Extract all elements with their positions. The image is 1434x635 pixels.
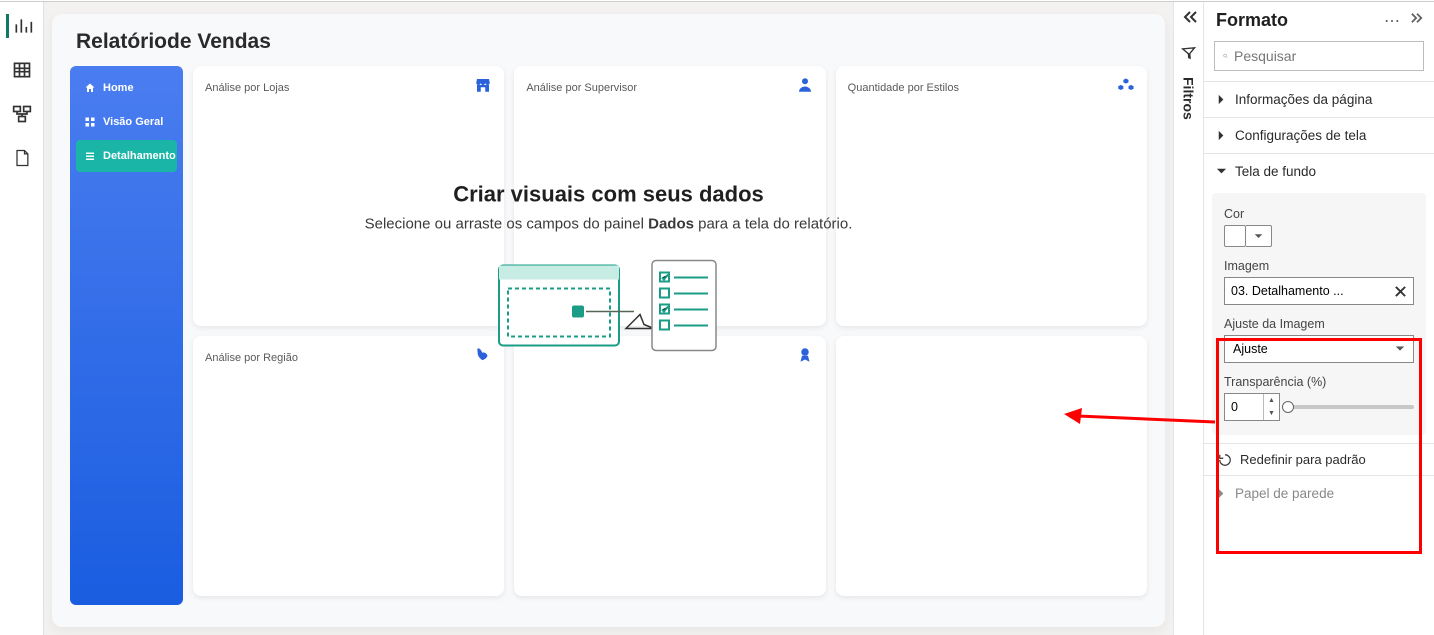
image-file-value: 03. Detalhamento ... [1231,284,1344,298]
person-icon [796,76,814,99]
transparency-label: Transparência (%) [1224,375,1414,389]
drag-illustration-icon [329,251,889,361]
more-icon[interactable]: ⋯ [1384,11,1400,31]
section-background[interactable]: Tela de fundo [1204,153,1434,189]
left-view-rail [0,2,44,635]
expand-filters-icon[interactable] [1181,10,1197,29]
format-title: Formato [1216,10,1288,31]
report-canvas-wrapper: Relatóriode Vendas Home Visão Geral Deta… [44,2,1174,635]
card-regiao-title: Análise por Região [205,352,298,364]
overlay-heading: Criar visuais com seus dados [329,182,889,208]
reset-icon [1218,453,1232,467]
image-file-field[interactable]: 03. Detalhamento ... [1224,277,1414,305]
card-supervisor-title: Análise por Supervisor [526,82,637,94]
store-icon [474,76,492,99]
section-screen-config[interactable]: Configurações de tela [1204,117,1434,153]
clear-icon[interactable] [1394,285,1407,298]
chevron-right-icon [1216,130,1227,141]
transparency-control[interactable]: 0 ▲▼ [1224,393,1414,421]
image-fit-select[interactable]: Ajuste [1224,335,1414,363]
spin-down-icon[interactable]: ▼ [1264,407,1279,420]
dax-view-icon[interactable] [8,146,36,170]
report-canvas[interactable]: Relatóriode Vendas Home Visão Geral Deta… [52,14,1165,627]
search-icon [1223,49,1228,63]
filter-icon [1181,45,1197,61]
chevron-down-icon [1395,344,1405,354]
filters-label[interactable]: Filtros [1181,77,1197,120]
card-estilos-title: Quantidade por Estilos [848,82,959,94]
spin-up-icon[interactable]: ▲ [1264,394,1279,407]
nav-home[interactable]: Home [76,72,177,104]
filters-pane-collapsed: Filtros [1174,2,1204,635]
expand-icon[interactable] [1410,11,1424,31]
card-empty-1[interactable] [514,336,825,596]
canvas-watermark: Criar visuais com seus dados Selecione o… [329,182,889,361]
reset-default-button[interactable]: Redefinir para padrão [1204,443,1434,475]
format-search-input[interactable] [1234,48,1415,64]
chevron-right-icon [1216,94,1227,105]
nav-visao-label: Visão Geral [103,116,163,128]
color-picker[interactable] [1224,225,1414,247]
report-view-icon[interactable] [6,14,34,38]
section-page-info[interactable]: Informações da página [1204,81,1434,117]
image-fit-value: Ajuste [1233,342,1268,356]
nav-visao-geral[interactable]: Visão Geral [76,106,177,138]
table-view-icon[interactable] [8,58,36,82]
color-label: Cor [1224,207,1414,221]
format-search[interactable] [1214,41,1424,71]
nav-detalhamento[interactable]: Detalhamento [76,140,177,172]
format-panel: Formato ⋯ Informações da página Configur… [1204,2,1434,635]
card-regiao[interactable]: Análise por Região [193,336,504,596]
image-label: Imagem [1224,259,1414,273]
background-body: Cor Imagem 03. Detalhamento ... Ajuste d… [1212,193,1426,435]
nav-detalhamento-label: Detalhamento [103,150,176,162]
transparency-value[interactable]: 0 [1225,394,1263,420]
chevron-right-icon [1216,488,1227,499]
nav-home-label: Home [103,82,134,94]
model-view-icon[interactable] [8,102,36,126]
report-title: Relatóriode Vendas [76,30,1147,54]
report-nav-sidebar: Home Visão Geral Detalhamento [70,66,183,605]
section-wallpaper[interactable]: Papel de parede [1204,475,1434,511]
cubes-icon [1117,76,1135,99]
chevron-down-icon [1216,166,1227,177]
card-empty-2[interactable] [836,336,1147,596]
overlay-text: Selecione ou arraste os campos do painel… [329,216,889,233]
image-fit-label: Ajuste da Imagem [1224,317,1414,331]
card-lojas-title: Análise por Lojas [205,82,289,94]
transparency-slider[interactable] [1288,405,1414,409]
